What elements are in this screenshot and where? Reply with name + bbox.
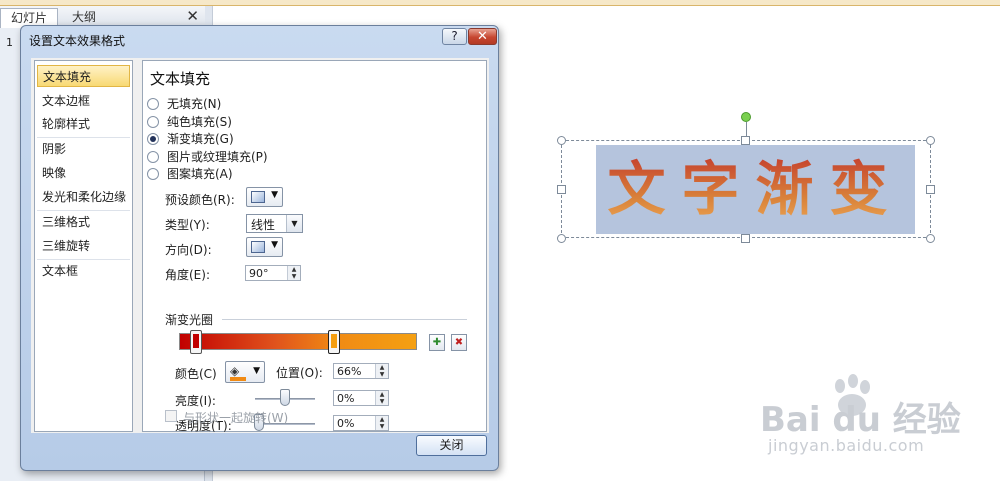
- type-label: 类型(Y):: [165, 218, 210, 232]
- position-label: 位置(O):: [276, 366, 323, 380]
- nav-item-outline-style[interactable]: 轮廓样式: [37, 113, 130, 135]
- brightness-label: 亮度(I):: [175, 394, 216, 408]
- rotate-with-shape-checkbox[interactable]: [165, 410, 177, 422]
- add-gradient-stop-icon[interactable]: ✚: [429, 334, 445, 351]
- radio-label: 图片或纹理填充(P): [167, 150, 268, 164]
- direction-dropdown[interactable]: ▼: [246, 237, 283, 257]
- category-nav: 文本填充 文本边框 轮廓样式 阴影 映像 发光和柔化边缘 三维格式 三维旋转 文…: [34, 60, 133, 432]
- radio-button[interactable]: [147, 116, 159, 128]
- nav-item-shadow[interactable]: 阴影: [37, 138, 130, 160]
- remove-gradient-stop-icon[interactable]: ✖: [451, 334, 467, 351]
- pane-title: 文本填充: [150, 70, 211, 88]
- resize-handle-right[interactable]: [926, 185, 935, 194]
- spinner-arrows-icon[interactable]: ▲ ▼: [375, 391, 388, 405]
- rotation-handle[interactable]: [741, 112, 751, 122]
- stop-color: [193, 334, 199, 348]
- direction-label: 方向(D):: [165, 243, 212, 257]
- text-box-selection[interactable]: [561, 140, 931, 238]
- nav-item-text-box[interactable]: 文本框: [37, 260, 130, 282]
- nav-item-text-fill[interactable]: 文本填充: [37, 65, 130, 87]
- stop-color: [331, 334, 337, 348]
- format-text-effects-dialog: 设置文本效果格式 ? ✕ 文本填充 文本边框 轮廓样式 阴影 映像 发光和柔化边…: [20, 25, 499, 471]
- fill-color-indicator: [230, 377, 246, 381]
- gradient-stop-2-selected[interactable]: [328, 330, 340, 354]
- dialog-body: 文本填充 文本边框 轮廓样式 阴影 映像 发光和柔化边缘 三维格式 三维旋转 文…: [31, 58, 489, 433]
- type-select[interactable]: 线性 ▼: [246, 214, 303, 233]
- nav-item-3d-rotation[interactable]: 三维旋转: [37, 235, 130, 257]
- position-spinner[interactable]: 66% ▲ ▼: [333, 363, 389, 379]
- chevron-down-icon: ▼: [271, 190, 278, 200]
- preset-colors-dropdown[interactable]: ▼: [246, 187, 283, 207]
- gradient-bar[interactable]: [179, 333, 417, 350]
- resize-handle-top-left[interactable]: [557, 136, 566, 145]
- resize-handle-left[interactable]: [557, 185, 566, 194]
- close-button[interactable]: 关闭: [416, 435, 487, 456]
- chevron-down-icon: ▼: [271, 240, 278, 250]
- preset-swatch: [251, 191, 265, 203]
- chevron-down-icon: ▼: [253, 366, 260, 376]
- chevron-down-icon[interactable]: ▼: [286, 215, 302, 232]
- help-button[interactable]: ?: [442, 28, 467, 45]
- paint-bucket-icon: ◈: [230, 364, 240, 378]
- resize-handle-bottom-left[interactable]: [557, 234, 566, 243]
- resize-handle-top-right[interactable]: [926, 136, 935, 145]
- slide-number: 1: [6, 36, 13, 49]
- radio-button-selected[interactable]: [147, 133, 159, 145]
- nav-item-3d-format[interactable]: 三维格式: [37, 211, 130, 233]
- group-divider: [222, 319, 467, 320]
- angle-label: 角度(E):: [165, 268, 210, 282]
- panel-close-icon[interactable]: ✕: [186, 7, 199, 25]
- nav-item-text-outline[interactable]: 文本边框: [37, 90, 130, 112]
- nav-item-reflection[interactable]: 映像: [37, 162, 130, 184]
- spinner-arrows-icon[interactable]: ▲ ▼: [375, 364, 388, 378]
- spinner-arrows-icon[interactable]: ▲ ▼: [287, 266, 300, 280]
- color-label: 颜色(C): [175, 367, 217, 381]
- transparency-spinner[interactable]: 0% ▲ ▼: [333, 415, 389, 431]
- angle-value: 90°: [249, 267, 269, 280]
- angle-spinner[interactable]: 90° ▲ ▼: [245, 265, 301, 281]
- type-value: 线性: [251, 218, 276, 232]
- watermark-url: jingyan.baidu.com: [768, 436, 925, 455]
- radio-button[interactable]: [147, 151, 159, 163]
- radio-label: 无填充(N): [167, 97, 222, 111]
- brightness-slider-thumb[interactable]: [280, 389, 290, 406]
- brightness-spinner[interactable]: 0% ▲ ▼: [333, 390, 389, 406]
- preset-colors-label: 预设颜色(R):: [165, 193, 235, 207]
- transparency-value: 0%: [337, 417, 355, 430]
- spinner-arrows-icon[interactable]: ▲ ▼: [375, 416, 388, 430]
- fill-color-button[interactable]: ◈ ▼: [225, 361, 265, 383]
- gradient-stops-label: 渐变光圈: [165, 313, 214, 327]
- radio-label: 纯色填充(S): [167, 115, 232, 129]
- resize-handle-bottom-right[interactable]: [926, 234, 935, 243]
- position-value: 66%: [337, 365, 362, 378]
- watermark-logo: Bai du 经验: [760, 400, 961, 440]
- radio-label: 图案填充(A): [167, 167, 233, 181]
- resize-handle-bottom[interactable]: [741, 234, 750, 243]
- dialog-title: 设置文本效果格式: [29, 34, 126, 48]
- brightness-value: 0%: [337, 392, 355, 405]
- radio-label: 渐变填充(G): [167, 132, 234, 146]
- radio-button[interactable]: [147, 98, 159, 110]
- radio-button[interactable]: [147, 168, 159, 180]
- nav-item-glow-soft-edges[interactable]: 发光和柔化边缘: [37, 186, 130, 208]
- rotate-with-shape-label: 与形状一起旋转(W): [183, 411, 289, 425]
- resize-handle-top[interactable]: [741, 136, 750, 145]
- direction-swatch: [251, 241, 265, 253]
- dialog-close-button[interactable]: ✕: [468, 28, 497, 45]
- text-fill-pane: 文本填充 无填充(N) 纯色填充(S) 渐变填充(G) 图片或纹理填充(P) 图…: [142, 60, 487, 433]
- gradient-stop-1[interactable]: [190, 330, 202, 354]
